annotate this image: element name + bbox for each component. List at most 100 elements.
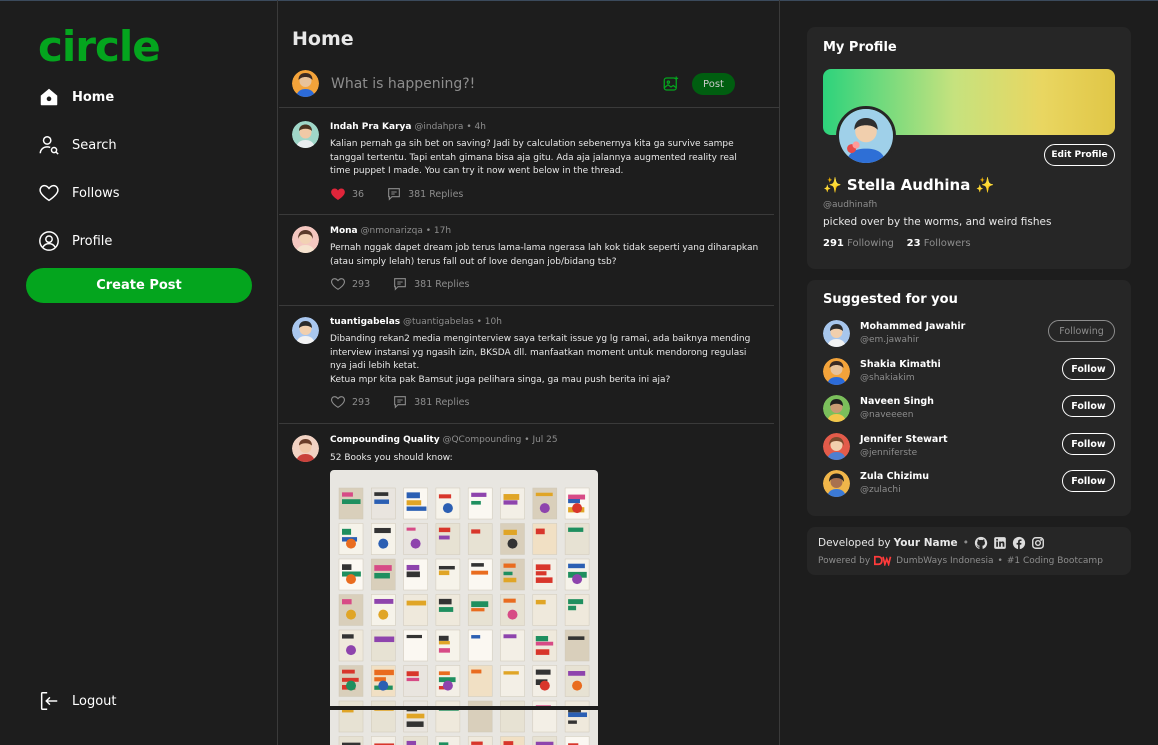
separator-dot: • bbox=[466, 122, 472, 132]
suggested-user[interactable]: Naveen Singh @naveeeen Follow bbox=[823, 395, 1115, 425]
book-cover bbox=[371, 594, 396, 626]
footer-powered: Powered by DumbWays Indonesia • #1 Codin… bbox=[818, 555, 1103, 566]
avatar bbox=[292, 70, 319, 97]
post-author-name[interactable]: Indah Pra Karya bbox=[330, 122, 411, 132]
post-text: Dibanding rekan2 media menginterview say… bbox=[330, 334, 751, 371]
nav-label-home: Home bbox=[72, 89, 115, 105]
book-cover bbox=[467, 665, 493, 697]
avatar bbox=[823, 395, 850, 422]
profile-bio: picked over by the worms, and weird fish… bbox=[823, 216, 1052, 228]
post-card[interactable]: Compounding Quality @QCompounding • Jul … bbox=[279, 424, 774, 745]
comment-icon[interactable] bbox=[392, 276, 408, 292]
suggested-user[interactable]: Zula Chizimu @zulachi Follow bbox=[823, 470, 1115, 500]
post-card[interactable]: Indah Pra Karya @indahpra • 4h Kalian pe… bbox=[279, 109, 774, 215]
home-icon bbox=[40, 88, 58, 106]
follow-button[interactable]: Follow bbox=[1062, 358, 1115, 380]
suggested-user[interactable]: Shakia Kimathi @shakiakim Follow bbox=[823, 358, 1115, 388]
separator-dot: • bbox=[997, 555, 1003, 566]
followers-label[interactable]: Followers bbox=[924, 238, 971, 249]
follow-button[interactable]: Follow bbox=[1062, 433, 1115, 455]
developer-name[interactable]: Your Name bbox=[894, 537, 958, 549]
book-cover bbox=[403, 736, 428, 745]
footer-credit: Developed by Your Name • bbox=[818, 536, 1045, 550]
user-circle-icon bbox=[39, 231, 59, 251]
comment-icon[interactable] bbox=[392, 394, 408, 410]
separator-dot: • bbox=[962, 537, 969, 549]
post-card[interactable]: tuantigabelas @tuantigabelas • 10h Diban… bbox=[279, 306, 774, 424]
company-name[interactable]: DumbWays Indonesia bbox=[896, 556, 993, 566]
avatar[interactable] bbox=[836, 106, 896, 166]
book-cover bbox=[435, 700, 461, 733]
post-button[interactable]: Post bbox=[692, 73, 735, 95]
post-author-name[interactable]: Compounding Quality bbox=[330, 435, 440, 445]
suggested-user[interactable]: Jennifer Stewart @jenniferste Follow bbox=[823, 433, 1115, 463]
nav-item-search[interactable]: Search bbox=[38, 134, 117, 156]
heart-icon[interactable] bbox=[330, 276, 346, 292]
book-cover bbox=[403, 700, 428, 733]
instagram-icon[interactable] bbox=[1031, 536, 1045, 550]
book-cover bbox=[403, 487, 428, 520]
post-text: Pernah nggak dapet dream job terus lama-… bbox=[330, 243, 759, 267]
like-count: 36 bbox=[352, 188, 365, 200]
logout-button[interactable]: Logout bbox=[38, 690, 117, 712]
separator-dot: • bbox=[425, 226, 432, 236]
book-cover bbox=[338, 594, 364, 626]
separator-dot: • bbox=[476, 317, 482, 327]
nav-item-profile[interactable]: Profile bbox=[38, 230, 112, 252]
book-cover bbox=[564, 487, 590, 520]
book-cover bbox=[435, 665, 461, 697]
post-time: 4h bbox=[474, 122, 486, 132]
book-cover bbox=[532, 736, 558, 745]
right-sidebar: My Profile Edit Profile ✨ Stella Audhina… bbox=[781, 0, 1158, 745]
company-tagline: #1 Coding Bootcamp bbox=[1006, 555, 1103, 566]
following-count[interactable]: 291 bbox=[823, 238, 844, 249]
create-post-button[interactable]: Create Post bbox=[26, 268, 252, 303]
following-button[interactable]: Following bbox=[1048, 320, 1115, 342]
facebook-icon[interactable] bbox=[1012, 536, 1026, 550]
reply-count: 381 Replies bbox=[414, 278, 470, 290]
book-cover bbox=[564, 700, 590, 733]
reply-count: 381 Replies bbox=[408, 188, 464, 200]
follow-button[interactable]: Follow bbox=[1062, 470, 1115, 492]
book-cover bbox=[403, 558, 428, 591]
comment-icon[interactable] bbox=[386, 186, 402, 202]
post-header: Mona @nmonarizqa • 17h bbox=[330, 226, 451, 236]
github-icon[interactable] bbox=[974, 536, 988, 550]
suggested-user-handle: @naveeeen bbox=[860, 410, 914, 420]
followers-count[interactable]: 23 bbox=[907, 238, 921, 249]
book-cover bbox=[532, 558, 558, 591]
footer-card: Developed by Your Name • Powered by Dumb… bbox=[807, 527, 1131, 575]
image-upload-icon[interactable] bbox=[662, 75, 680, 93]
suggested-user[interactable]: Mohammed Jawahir @em.jawahir Following bbox=[823, 320, 1115, 350]
reply-count: 381 Replies bbox=[414, 396, 470, 408]
developed-by-label: Developed by bbox=[818, 537, 891, 549]
book-cover bbox=[435, 629, 461, 662]
separator-dot: • bbox=[524, 435, 530, 445]
linkedin-icon[interactable] bbox=[993, 536, 1007, 550]
nav-item-home[interactable]: Home bbox=[38, 86, 114, 108]
post-author-name[interactable]: tuantigabelas bbox=[330, 317, 400, 327]
post-author-name[interactable]: Mona bbox=[330, 226, 358, 236]
heart-icon bbox=[39, 184, 59, 202]
book-cover bbox=[467, 558, 493, 591]
post-author-handle: @QCompounding bbox=[442, 435, 522, 445]
book-cover bbox=[532, 594, 558, 626]
avatar bbox=[823, 320, 850, 347]
post-card[interactable]: Mona @nmonarizqa • 17h Pernah nggak dape… bbox=[279, 215, 774, 306]
book-cover bbox=[564, 736, 590, 745]
follow-button[interactable]: Follow bbox=[1062, 395, 1115, 417]
following-label[interactable]: Following bbox=[847, 238, 894, 249]
logout-label: Logout bbox=[72, 693, 117, 709]
post-image[interactable] bbox=[330, 470, 598, 745]
post-actions: 293 381 Replies bbox=[330, 276, 491, 292]
nav-item-follows[interactable]: Follows bbox=[38, 182, 120, 204]
like-count: 293 bbox=[352, 278, 371, 290]
composer-input[interactable] bbox=[331, 72, 631, 96]
book-cover bbox=[435, 594, 461, 626]
heart-filled-icon[interactable] bbox=[330, 186, 346, 202]
edit-profile-button[interactable]: Edit Profile bbox=[1044, 144, 1115, 166]
heart-icon[interactable] bbox=[330, 394, 346, 410]
app-logo[interactable]: circle bbox=[38, 22, 161, 71]
book-cover bbox=[467, 736, 493, 745]
book-cover bbox=[371, 665, 396, 697]
